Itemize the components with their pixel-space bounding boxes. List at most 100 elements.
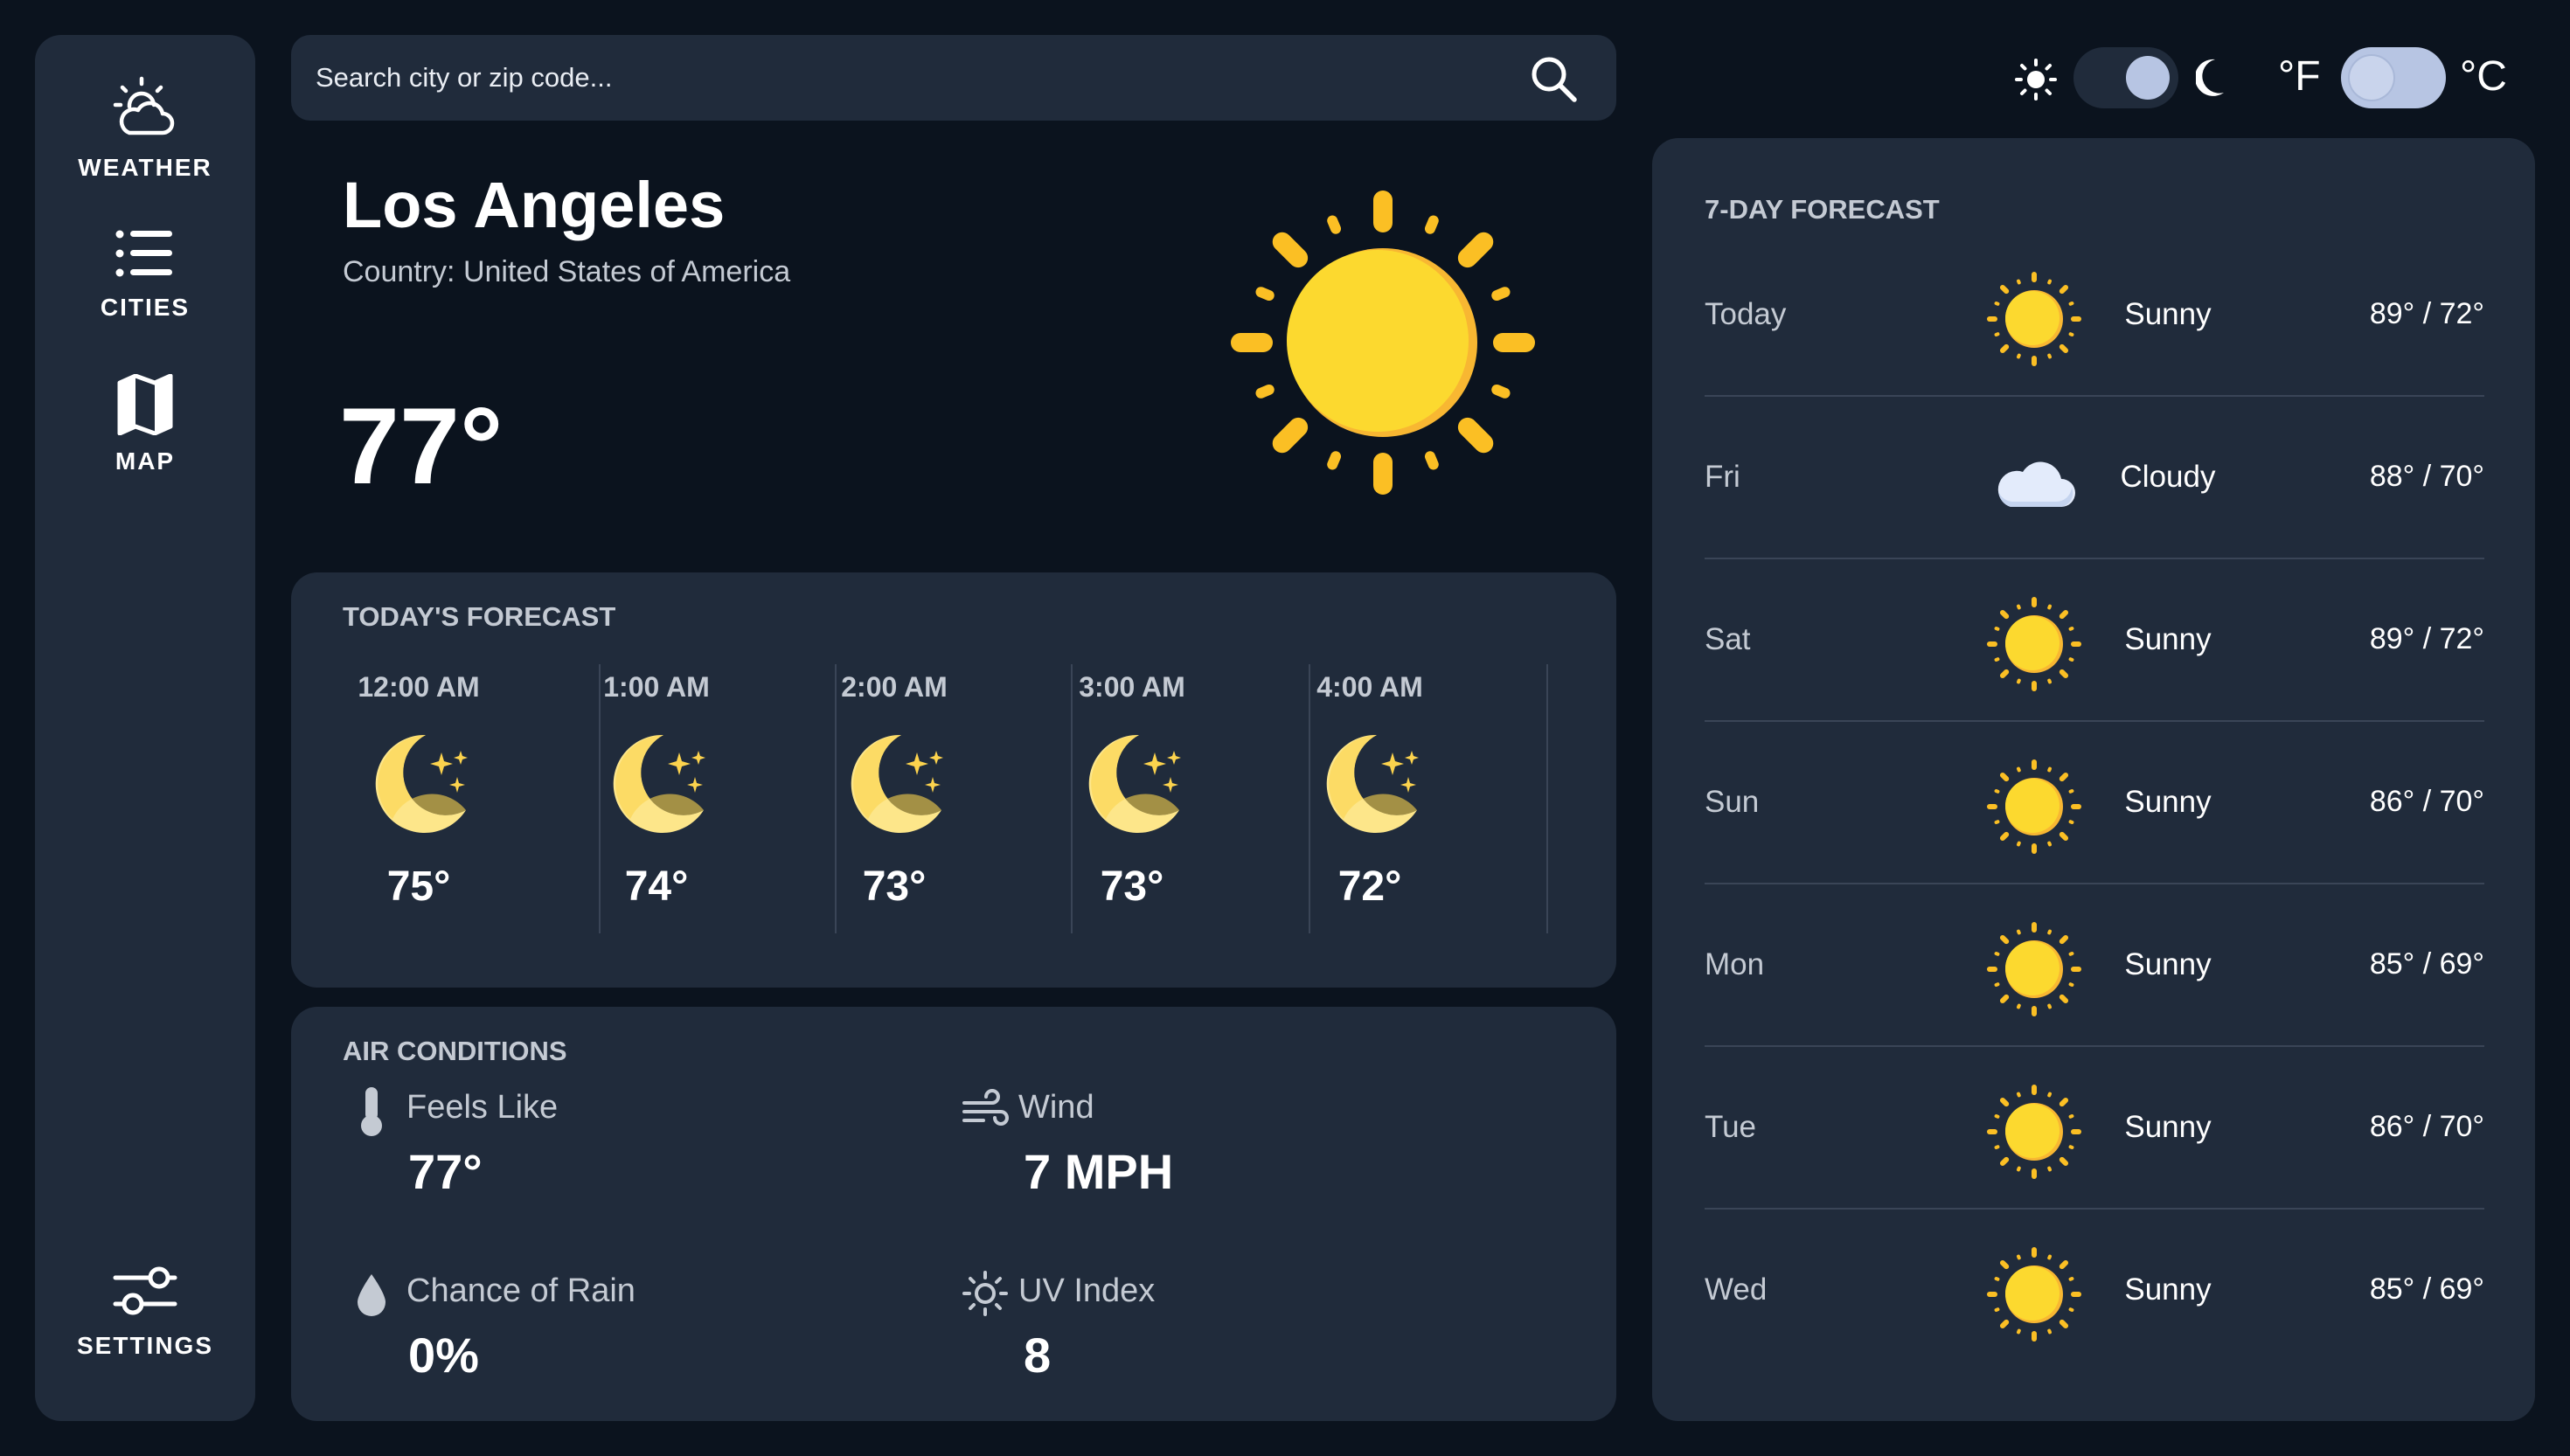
sun-icon: [1987, 759, 2081, 854]
hourly-item: 1:00 AM 74°: [538, 664, 775, 935]
hour-time: 1:00 AM: [603, 671, 710, 703]
moon-stars-icon: [851, 734, 943, 833]
droplet-icon: [358, 1274, 386, 1316]
forecast-day-row: Sat Sunny 89° / 72°: [1705, 559, 2484, 722]
day-condition: Sunny: [2124, 1110, 2212, 1144]
hourly-item: 3:00 AM 73°: [1013, 664, 1251, 935]
condition-value: 7 MPH: [1024, 1144, 1174, 1199]
hour-time: 2:00 AM: [841, 671, 948, 703]
condition-value: 0%: [408, 1328, 479, 1383]
sidebar: WEATHER CITIES MAP SETTINGS: [35, 35, 255, 1421]
country-label: Country: United States of America: [343, 255, 791, 288]
forecast-day-row: Tue Sunny 86° / 70°: [1705, 1047, 2484, 1210]
sun-icon: [1987, 272, 2081, 366]
moon-stars-icon: [1326, 734, 1419, 833]
section-title: 7-DAY FORECAST: [1705, 194, 1940, 225]
search-input[interactable]: [316, 35, 1522, 121]
forecast-day-row: Wed Sunny 85° / 69°: [1705, 1210, 2484, 1372]
cloud-icon: [1997, 461, 2075, 507]
section-title: TODAY'S FORECAST: [343, 601, 616, 632]
condition-label: UV Index: [1018, 1272, 1156, 1309]
hour-temp: 73°: [862, 863, 927, 910]
sidebar-item-label: SETTINGS: [76, 1332, 213, 1359]
sun-icon[interactable]: [2014, 58, 2058, 101]
hour-time: 4:00 AM: [1316, 671, 1423, 703]
day-temps: 89° / 72°: [2369, 297, 2484, 330]
section-title: AIR CONDITIONS: [343, 1036, 567, 1066]
day-temps: 85° / 69°: [2369, 947, 2484, 981]
toggle-knob: [2350, 56, 2393, 100]
forecast-day-row: Sun Sunny 86° / 70°: [1705, 722, 2484, 884]
sidebar-item-cities[interactable]: CITIES: [35, 225, 255, 322]
sidebar-item-label: MAP: [115, 447, 176, 475]
day-condition: Sunny: [2124, 622, 2212, 656]
sun-icon: [1987, 922, 2081, 1016]
hour-time: 3:00 AM: [1079, 671, 1185, 703]
hour-time: 12:00 AM: [358, 671, 480, 703]
day-name: Fri: [1705, 460, 1740, 494]
day-name: Today: [1705, 297, 1787, 331]
sidebar-item-label: CITIES: [100, 294, 191, 321]
condition-value: 8: [1024, 1328, 1052, 1383]
sun-icon: [1987, 1247, 2081, 1342]
day-name: Tue: [1705, 1110, 1757, 1144]
day-condition: Sunny: [2124, 297, 2212, 331]
fahrenheit-label[interactable]: °F: [2278, 52, 2321, 101]
day-condition: Sunny: [2124, 785, 2212, 819]
hourly-item: 2:00 AM 73°: [775, 664, 1013, 935]
hour-temp: 72°: [1337, 863, 1402, 910]
wind-icon: [962, 1089, 1009, 1126]
thermometer-icon: [361, 1087, 382, 1136]
search-icon[interactable]: [1529, 54, 1578, 103]
air-conditions-panel: AIR CONDITIONS Feels Like 77° Wind 7 MPH…: [291, 1007, 1616, 1421]
current-temperature: 77°: [339, 386, 504, 507]
sidebar-item-weather[interactable]: WEATHER: [35, 72, 255, 182]
day-name: Mon: [1705, 947, 1765, 981]
day-temps: 85° / 69°: [2369, 1272, 2484, 1306]
map-icon: [117, 374, 173, 435]
sun-icon: [1987, 1085, 2081, 1179]
hourly-item: 4:00 AM 72°: [1251, 664, 1489, 935]
theme-toggle[interactable]: [2073, 47, 2178, 108]
sidebar-item-label: WEATHER: [78, 154, 212, 181]
sidebar-item-map[interactable]: MAP: [35, 374, 255, 475]
toggle-knob: [2126, 56, 2170, 100]
uv-sun-icon: [962, 1271, 1008, 1316]
day-name: Wed: [1705, 1272, 1768, 1307]
forecast-day-row: Mon Sunny 85° / 69°: [1705, 884, 2484, 1047]
condition-label: Chance of Rain: [406, 1272, 636, 1309]
sun-icon: [1231, 191, 1535, 495]
condition-value: 77°: [408, 1144, 483, 1199]
divider: [1546, 664, 1548, 933]
sliders-icon: [113, 1266, 177, 1315]
list-icon: [115, 230, 172, 277]
todays-forecast-panel: TODAY'S FORECAST 12:00 AM 75° 1:00 AM 74…: [291, 572, 1616, 988]
day-temps: 88° / 70°: [2369, 460, 2484, 493]
moon-stars-icon: [1088, 734, 1181, 833]
moon-stars-icon: [375, 734, 468, 833]
hour-temp: 75°: [386, 863, 451, 910]
condition-label: Wind: [1018, 1089, 1094, 1126]
day-temps: 86° / 70°: [2369, 1110, 2484, 1143]
day-condition: Sunny: [2124, 947, 2212, 981]
day-condition: Sunny: [2124, 1272, 2212, 1307]
search-bar: [291, 35, 1616, 121]
unit-toggle[interactable]: [2341, 47, 2446, 108]
city-name: Los Angeles: [343, 169, 726, 241]
seven-day-forecast-panel: 7-DAY FORECAST Today Sunny 89° / 72° Fri…: [1652, 138, 2535, 1421]
hourly-item: 12:00 AM 75°: [300, 664, 538, 935]
day-temps: 89° / 72°: [2369, 622, 2484, 655]
cloud-sun-icon: [113, 76, 175, 135]
moon-stars-icon: [613, 734, 705, 833]
celsius-label[interactable]: °C: [2460, 52, 2507, 101]
condition-label: Feels Like: [406, 1089, 559, 1126]
sidebar-item-settings[interactable]: SETTINGS: [35, 1262, 255, 1360]
hour-temp: 74°: [624, 863, 689, 910]
hour-temp: 73°: [1100, 863, 1164, 910]
moon-icon[interactable]: [2196, 58, 2226, 98]
forecast-day-row: Fri Cloudy 88° / 70°: [1705, 397, 2484, 559]
day-name: Sat: [1705, 622, 1751, 656]
day-name: Sun: [1705, 785, 1760, 819]
day-temps: 86° / 70°: [2369, 785, 2484, 818]
forecast-day-row: Today Sunny 89° / 72°: [1705, 234, 2484, 397]
